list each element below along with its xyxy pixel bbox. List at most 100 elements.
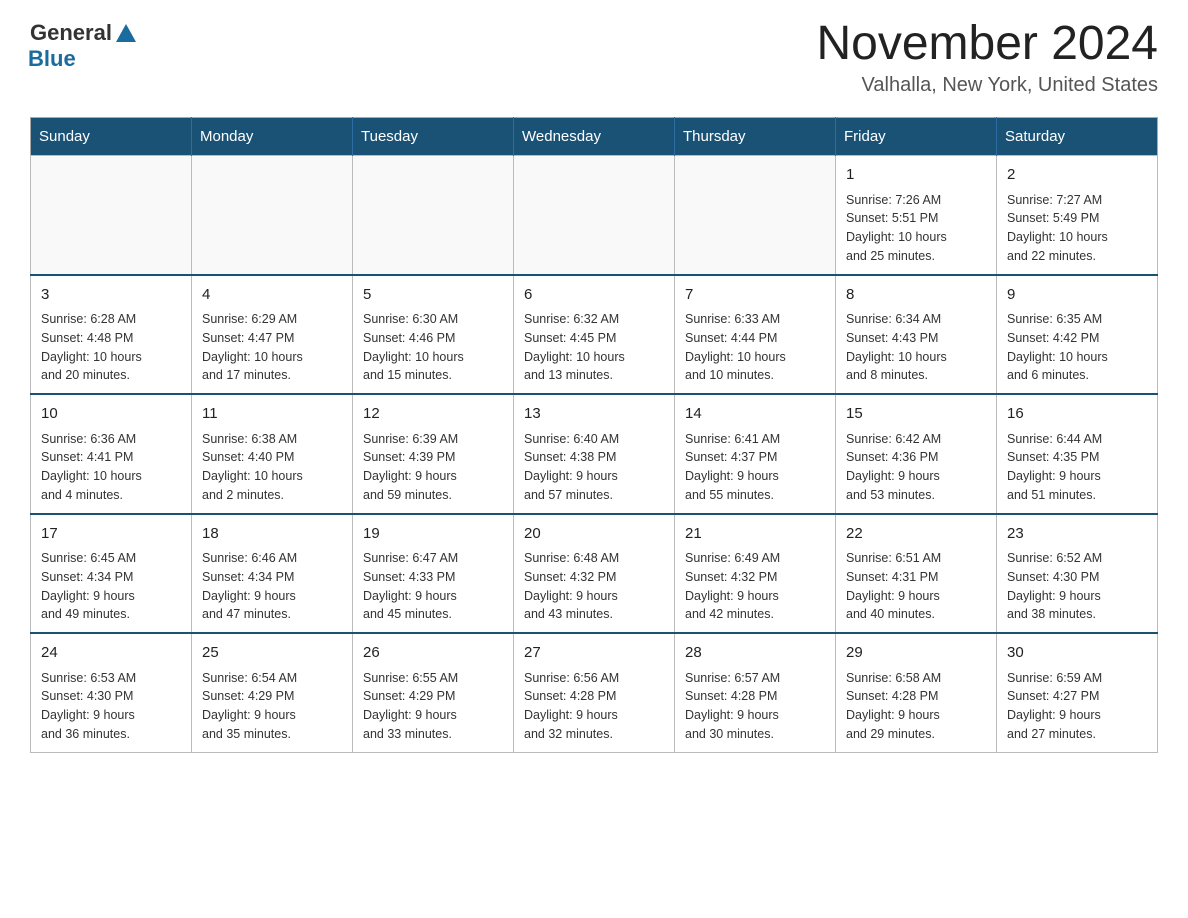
day-info: Sunrise: 6:44 AM Sunset: 4:35 PM Dayligh… — [1007, 430, 1147, 505]
month-title: November 2024 — [816, 20, 1158, 68]
day-info: Sunrise: 6:47 AM Sunset: 4:33 PM Dayligh… — [363, 549, 503, 624]
calendar-cell: 16Sunrise: 6:44 AM Sunset: 4:35 PM Dayli… — [997, 394, 1158, 514]
col-header-thursday: Thursday — [675, 118, 836, 156]
day-info: Sunrise: 6:34 AM Sunset: 4:43 PM Dayligh… — [846, 310, 986, 385]
col-header-tuesday: Tuesday — [353, 118, 514, 156]
day-number: 12 — [363, 403, 503, 426]
calendar-cell: 21Sunrise: 6:49 AM Sunset: 4:32 PM Dayli… — [675, 514, 836, 634]
calendar-cell: 30Sunrise: 6:59 AM Sunset: 4:27 PM Dayli… — [997, 633, 1158, 752]
calendar-cell: 27Sunrise: 6:56 AM Sunset: 4:28 PM Dayli… — [514, 633, 675, 752]
day-info: Sunrise: 6:36 AM Sunset: 4:41 PM Dayligh… — [41, 430, 181, 505]
day-number: 29 — [846, 642, 986, 665]
calendar-cell: 1Sunrise: 7:26 AM Sunset: 5:51 PM Daylig… — [836, 156, 997, 275]
col-header-monday: Monday — [192, 118, 353, 156]
calendar-cell: 25 Sunrise: 6:54 AM Sunset: 4:29 PM Dayli… — [192, 633, 353, 752]
col-header-sunday: Sunday — [31, 118, 192, 156]
day-info: Sunrise: 7:26 AM Sunset: 5:51 PM Dayligh… — [846, 191, 986, 266]
col-header-friday: Friday — [836, 118, 997, 156]
day-number: 13 — [524, 403, 664, 426]
calendar-cell: 22 Sunrise: 6:51 AM Sunset: 4:31 PM Dayli… — [836, 514, 997, 634]
day-info: Sunrise: 6:39 AM Sunset: 4:39 PM Dayligh… — [363, 430, 503, 505]
calendar-cell: 15 Sunrise: 6:42 AM Sunset: 4:36 PM Dayli… — [836, 394, 997, 514]
day-number: 22 — [846, 523, 986, 546]
calendar-cell: 26 Sunrise: 6:55 AM Sunset: 4:29 PM Dayli… — [353, 633, 514, 752]
calendar-cell: 19Sunrise: 6:47 AM Sunset: 4:33 PM Dayli… — [353, 514, 514, 634]
calendar-cell: 28 Sunrise: 6:57 AM Sunset: 4:28 PM Dayli… — [675, 633, 836, 752]
calendar-cell: 13 Sunrise: 6:40 AM Sunset: 4:38 PM Dayli… — [514, 394, 675, 514]
day-number: 25 — [202, 642, 342, 665]
day-info: Sunrise: 7:27 AM Sunset: 5:49 PM Dayligh… — [1007, 191, 1147, 266]
col-header-wednesday: Wednesday — [514, 118, 675, 156]
day-number: 28 — [685, 642, 825, 665]
day-number: 11 — [202, 403, 342, 426]
day-number: 7 — [685, 284, 825, 307]
day-number: 3 — [41, 284, 181, 307]
day-info: Sunrise: 6:35 AM Sunset: 4:42 PM Dayligh… — [1007, 310, 1147, 385]
day-info: Sunrise: 6:56 AM Sunset: 4:28 PM Dayligh… — [524, 669, 664, 744]
day-number: 10 — [41, 403, 181, 426]
title-section: November 2024 Valhalla, New York, United… — [816, 20, 1158, 97]
calendar-cell: 23Sunrise: 6:52 AM Sunset: 4:30 PM Dayli… — [997, 514, 1158, 634]
calendar-cell — [514, 156, 675, 275]
calendar-cell: 18Sunrise: 6:46 AM Sunset: 4:34 PM Dayli… — [192, 514, 353, 634]
calendar-cell: 11 Sunrise: 6:38 AM Sunset: 4:40 PM Dayli… — [192, 394, 353, 514]
day-info: Sunrise: 6:30 AM Sunset: 4:46 PM Dayligh… — [363, 310, 503, 385]
day-info: Sunrise: 6:28 AM Sunset: 4:48 PM Dayligh… — [41, 310, 181, 385]
day-info: Sunrise: 6:54 AM Sunset: 4:29 PM Dayligh… — [202, 669, 342, 744]
day-number: 30 — [1007, 642, 1147, 665]
calendar-cell: 10 Sunrise: 6:36 AM Sunset: 4:41 PM Dayli… — [31, 394, 192, 514]
day-info: Sunrise: 6:40 AM Sunset: 4:38 PM Dayligh… — [524, 430, 664, 505]
calendar-cell — [675, 156, 836, 275]
calendar-cell: 4 Sunrise: 6:29 AM Sunset: 4:47 PM Daylig… — [192, 275, 353, 395]
day-info: Sunrise: 6:57 AM Sunset: 4:28 PM Dayligh… — [685, 669, 825, 744]
day-number: 17 — [41, 523, 181, 546]
calendar-header-row: SundayMondayTuesdayWednesdayThursdayFrid… — [31, 118, 1158, 156]
logo-triangle-icon — [116, 24, 136, 42]
location-label: Valhalla, New York, United States — [816, 74, 1158, 97]
day-number: 23 — [1007, 523, 1147, 546]
calendar-cell: 24Sunrise: 6:53 AM Sunset: 4:30 PM Dayli… — [31, 633, 192, 752]
day-info: Sunrise: 6:55 AM Sunset: 4:29 PM Dayligh… — [363, 669, 503, 744]
logo: General Blue — [30, 20, 136, 72]
calendar-cell — [192, 156, 353, 275]
calendar-cell: 6 Sunrise: 6:32 AM Sunset: 4:45 PM Daylig… — [514, 275, 675, 395]
day-number: 4 — [202, 284, 342, 307]
calendar-cell: 20 Sunrise: 6:48 AM Sunset: 4:32 PM Dayli… — [514, 514, 675, 634]
calendar-cell: 3 Sunrise: 6:28 AM Sunset: 4:48 PM Daylig… — [31, 275, 192, 395]
calendar-cell: 7 Sunrise: 6:33 AM Sunset: 4:44 PM Daylig… — [675, 275, 836, 395]
page-header: General Blue November 2024 Valhalla, New… — [30, 20, 1158, 97]
day-number: 9 — [1007, 284, 1147, 307]
day-info: Sunrise: 6:42 AM Sunset: 4:36 PM Dayligh… — [846, 430, 986, 505]
col-header-saturday: Saturday — [997, 118, 1158, 156]
calendar-cell — [31, 156, 192, 275]
day-info: Sunrise: 6:51 AM Sunset: 4:31 PM Dayligh… — [846, 549, 986, 624]
day-number: 14 — [685, 403, 825, 426]
week-row-2: 3 Sunrise: 6:28 AM Sunset: 4:48 PM Daylig… — [31, 275, 1158, 395]
logo-general-text: General — [30, 20, 136, 46]
day-info: Sunrise: 6:29 AM Sunset: 4:47 PM Dayligh… — [202, 310, 342, 385]
calendar-cell: 14 Sunrise: 6:41 AM Sunset: 4:37 PM Dayli… — [675, 394, 836, 514]
day-info: Sunrise: 6:49 AM Sunset: 4:32 PM Dayligh… — [685, 549, 825, 624]
calendar-table: SundayMondayTuesdayWednesdayThursdayFrid… — [30, 117, 1158, 753]
day-number: 18 — [202, 523, 342, 546]
calendar-cell: 29Sunrise: 6:58 AM Sunset: 4:28 PM Dayli… — [836, 633, 997, 752]
week-row-5: 24Sunrise: 6:53 AM Sunset: 4:30 PM Dayli… — [31, 633, 1158, 752]
day-info: Sunrise: 6:48 AM Sunset: 4:32 PM Dayligh… — [524, 549, 664, 624]
week-row-1: 1Sunrise: 7:26 AM Sunset: 5:51 PM Daylig… — [31, 156, 1158, 275]
day-info: Sunrise: 6:41 AM Sunset: 4:37 PM Dayligh… — [685, 430, 825, 505]
calendar-cell: 2Sunrise: 7:27 AM Sunset: 5:49 PM Daylig… — [997, 156, 1158, 275]
day-info: Sunrise: 6:32 AM Sunset: 4:45 PM Dayligh… — [524, 310, 664, 385]
logo-general-label: General — [30, 20, 112, 46]
day-number: 8 — [846, 284, 986, 307]
day-info: Sunrise: 6:38 AM Sunset: 4:40 PM Dayligh… — [202, 430, 342, 505]
day-number: 20 — [524, 523, 664, 546]
day-number: 15 — [846, 403, 986, 426]
day-info: Sunrise: 6:33 AM Sunset: 4:44 PM Dayligh… — [685, 310, 825, 385]
day-number: 6 — [524, 284, 664, 307]
calendar-cell: 17Sunrise: 6:45 AM Sunset: 4:34 PM Dayli… — [31, 514, 192, 634]
week-row-4: 17Sunrise: 6:45 AM Sunset: 4:34 PM Dayli… — [31, 514, 1158, 634]
calendar-cell: 8 Sunrise: 6:34 AM Sunset: 4:43 PM Daylig… — [836, 275, 997, 395]
day-number: 24 — [41, 642, 181, 665]
day-number: 26 — [363, 642, 503, 665]
day-number: 5 — [363, 284, 503, 307]
